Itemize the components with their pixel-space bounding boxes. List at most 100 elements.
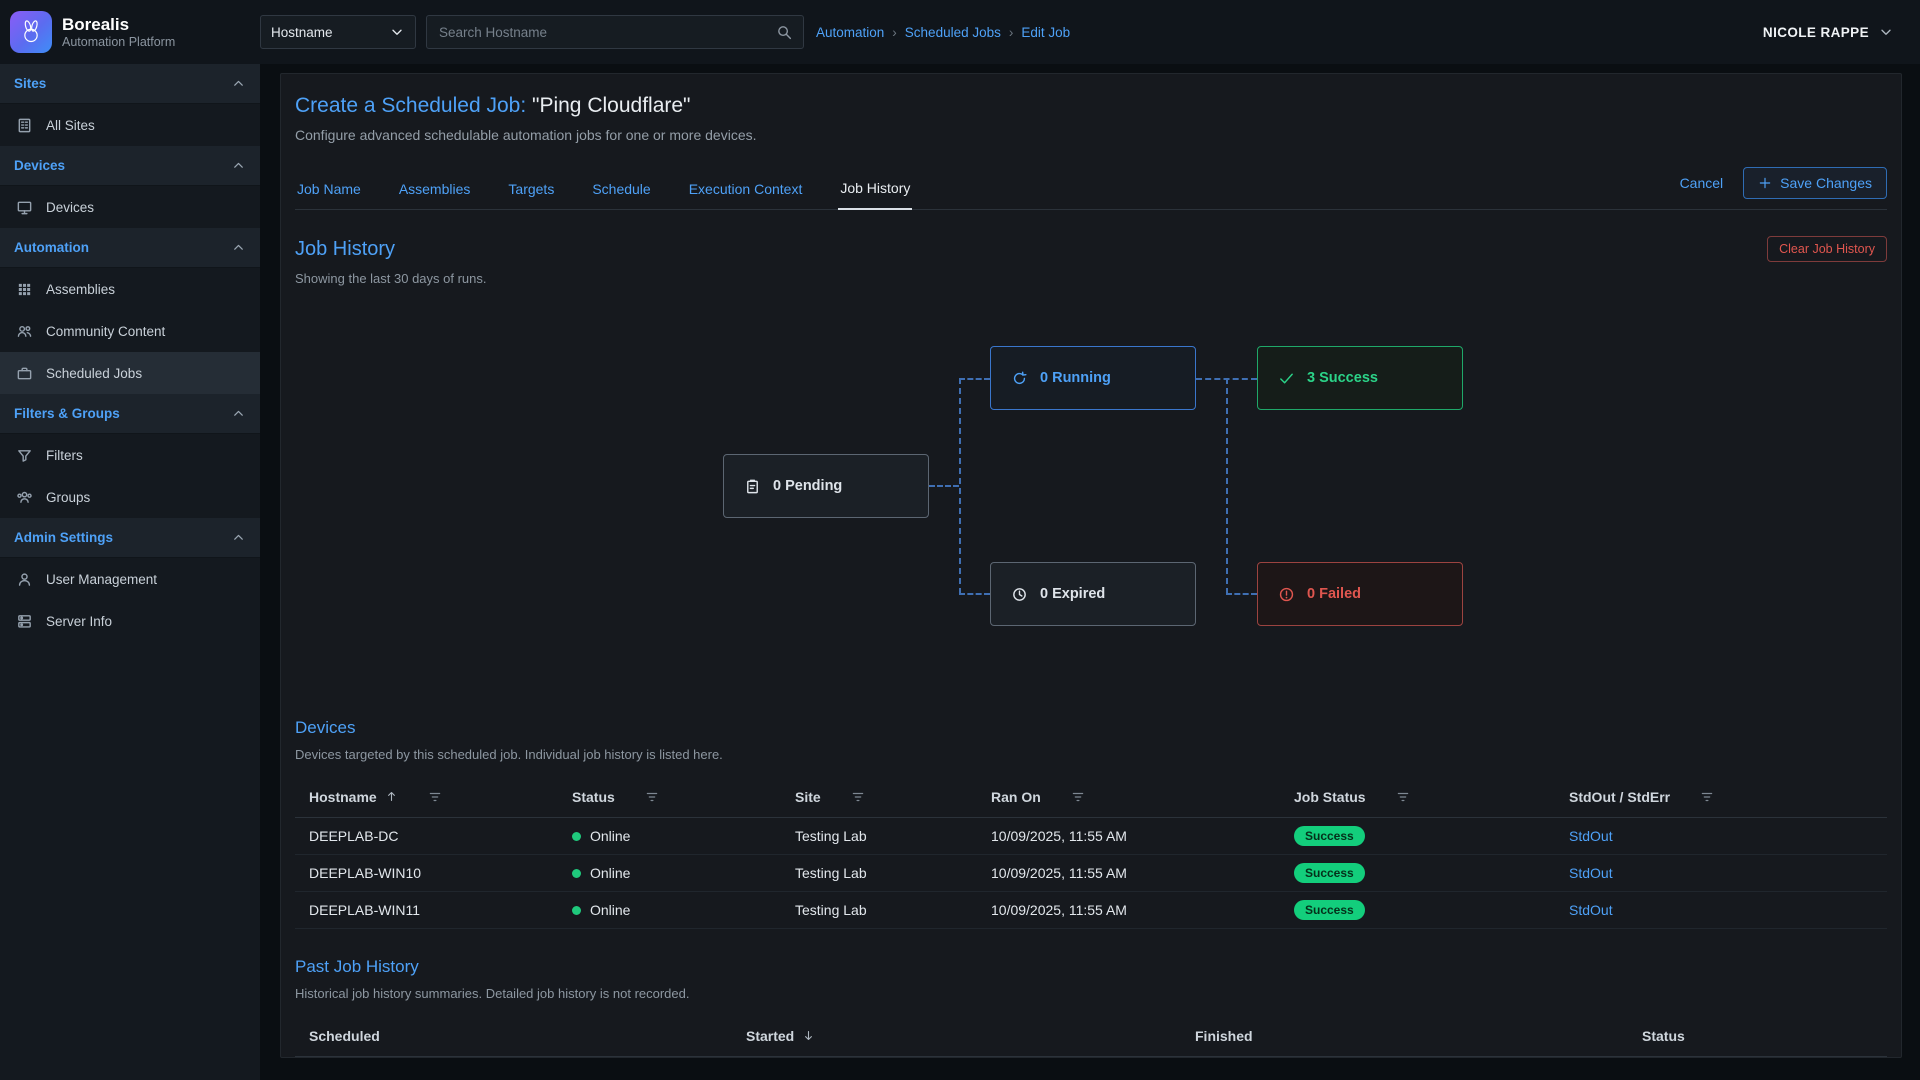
chevron-down-icon — [1878, 24, 1894, 40]
search-input[interactable] — [437, 24, 776, 41]
sidebar-item-community-content[interactable]: Community Content — [0, 310, 260, 352]
breadcrumb-automation[interactable]: Automation — [816, 25, 884, 40]
sidebar-item-label: Server Info — [46, 614, 112, 629]
sort-desc-icon[interactable] — [802, 1029, 815, 1042]
connector-line — [1226, 593, 1257, 595]
sidebar-item-assemblies[interactable]: Assemblies — [0, 268, 260, 310]
chevron-up-icon — [231, 406, 246, 421]
sidebar-item-devices[interactable]: Devices — [0, 186, 260, 228]
section-label: Sites — [14, 76, 46, 91]
table-row: DEEPLAB-WIN10 Online Testing Lab 10/09/2… — [295, 855, 1887, 892]
hostname-cell: DEEPLAB-WIN10 — [295, 865, 572, 881]
stdout-link[interactable]: StdOut — [1569, 828, 1613, 844]
caret-down-icon — [389, 24, 405, 40]
past-job-history-table: Scheduled Started Finished Status 10/09/… — [295, 1015, 1887, 1058]
filter-icon[interactable] — [851, 790, 865, 804]
clear-job-history-button[interactable]: Clear Job History — [1767, 236, 1887, 262]
sidebar-item-label: Assemblies — [46, 282, 115, 297]
tabs-row: Job Name Assemblies Targets Schedule Exe… — [295, 167, 1887, 210]
hostname-select[interactable]: Hostname — [260, 15, 416, 49]
devices-col-hostname[interactable]: Hostname — [295, 789, 572, 805]
breadcrumb-edit-job[interactable]: Edit Job — [1021, 25, 1070, 40]
sidebar-item-scheduled-jobs[interactable]: Scheduled Jobs — [0, 352, 260, 394]
save-changes-label: Save Changes — [1780, 175, 1872, 191]
site-cell: Testing Lab — [795, 902, 991, 918]
breadcrumb-scheduled-jobs[interactable]: Scheduled Jobs — [905, 25, 1001, 40]
monitor-icon — [16, 199, 33, 216]
chevron-up-icon — [231, 158, 246, 173]
past-col-finished[interactable]: Finished — [1195, 1028, 1642, 1044]
job-history-heading: Job History — [295, 238, 395, 261]
tab-targets[interactable]: Targets — [506, 175, 556, 209]
tab-execution-context[interactable]: Execution Context — [687, 175, 805, 209]
sidebar-section-devices[interactable]: Devices — [0, 146, 260, 186]
section-label: Admin Settings — [14, 530, 113, 545]
filter-icon[interactable] — [645, 790, 659, 804]
page-subtitle: Configure advanced schedulable automatio… — [295, 127, 1887, 143]
sidebar-item-server-info[interactable]: Server Info — [0, 600, 260, 642]
filter-icon[interactable] — [428, 790, 442, 804]
chevron-up-icon — [231, 530, 246, 545]
breadcrumb-separator: › — [1009, 25, 1014, 40]
tab-job-name[interactable]: Job Name — [295, 175, 363, 209]
main-content: Create a Scheduled Job: "Ping Cloudflare… — [260, 64, 1920, 1080]
connector-line — [959, 378, 961, 594]
stdout-cell: StdOut — [1569, 865, 1887, 881]
past-col-started[interactable]: Started — [746, 1028, 1195, 1044]
devices-col-ran-on[interactable]: Ran On — [991, 789, 1294, 805]
ran-on-cell: 10/09/2025, 11:55 AM — [991, 865, 1294, 881]
job-status-cell: Success — [1294, 863, 1569, 883]
page-title: Create a Scheduled Job: "Ping Cloudflare… — [295, 94, 1887, 118]
building-icon — [16, 117, 33, 134]
devices-heading: Devices — [295, 718, 1887, 738]
stdout-link[interactable]: StdOut — [1569, 865, 1613, 881]
online-dot-icon — [572, 869, 581, 878]
sidebar-section-automation[interactable]: Automation — [0, 228, 260, 268]
save-changes-button[interactable]: Save Changes — [1743, 167, 1887, 199]
user-menu[interactable]: NICOLE RAPPE — [1763, 24, 1894, 40]
search-box[interactable] — [426, 15, 804, 49]
stdout-link[interactable]: StdOut — [1569, 902, 1613, 918]
sidebar-section-sites[interactable]: Sites — [0, 64, 260, 104]
cancel-button[interactable]: Cancel — [1680, 175, 1724, 191]
brand-text: Borealis Automation Platform — [62, 15, 175, 49]
tab-job-history[interactable]: Job History — [838, 174, 912, 210]
devices-col-stdout[interactable]: StdOut / StdErr — [1569, 789, 1887, 805]
sidebar-item-groups[interactable]: Groups — [0, 476, 260, 518]
hostname-select-value: Hostname — [271, 25, 333, 40]
sidebar-item-label: Filters — [46, 448, 83, 463]
running-label: 0 Running — [1040, 370, 1111, 386]
devices-col-job-status[interactable]: Job Status — [1294, 789, 1569, 805]
past-col-status[interactable]: Status — [1642, 1028, 1887, 1044]
past-col-scheduled[interactable]: Scheduled — [295, 1028, 746, 1044]
user-icon — [16, 571, 33, 588]
section-label: Filters & Groups — [14, 406, 120, 421]
site-cell: Testing Lab — [795, 865, 991, 881]
filter-icon[interactable] — [1071, 790, 1085, 804]
online-dot-icon — [572, 832, 581, 841]
filter-icon[interactable] — [1396, 790, 1410, 804]
table-row: DEEPLAB-WIN11 Online Testing Lab 10/09/2… — [295, 892, 1887, 929]
clipboard-icon — [744, 478, 761, 495]
devices-col-site[interactable]: Site — [795, 789, 991, 805]
chevron-up-icon — [231, 76, 246, 91]
sidebar-item-label: Groups — [46, 490, 90, 505]
refresh-icon — [1011, 370, 1028, 387]
ran-on-cell: 10/09/2025, 11:55 AM — [991, 828, 1294, 844]
devices-col-status[interactable]: Status — [572, 789, 795, 805]
breadcrumb: Automation › Scheduled Jobs › Edit Job — [816, 25, 1070, 40]
sidebar-item-filters[interactable]: Filters — [0, 434, 260, 476]
sort-asc-icon[interactable] — [385, 790, 398, 803]
sidebar-section-admin-settings[interactable]: Admin Settings — [0, 518, 260, 558]
table-row: DEEPLAB-DC Online Testing Lab 10/09/2025… — [295, 818, 1887, 855]
sidebar-item-all-sites[interactable]: All Sites — [0, 104, 260, 146]
sidebar-section-filters-groups[interactable]: Filters & Groups — [0, 394, 260, 434]
sidebar-item-user-management[interactable]: User Management — [0, 558, 260, 600]
hostname-cell: DEEPLAB-DC — [295, 828, 572, 844]
tab-assemblies[interactable]: Assemblies — [397, 175, 473, 209]
search-icon[interactable] — [776, 24, 793, 41]
filter-icon[interactable] — [1700, 790, 1714, 804]
status-badge: Success — [1294, 863, 1365, 883]
groups-icon — [16, 489, 33, 506]
tab-schedule[interactable]: Schedule — [590, 175, 652, 209]
